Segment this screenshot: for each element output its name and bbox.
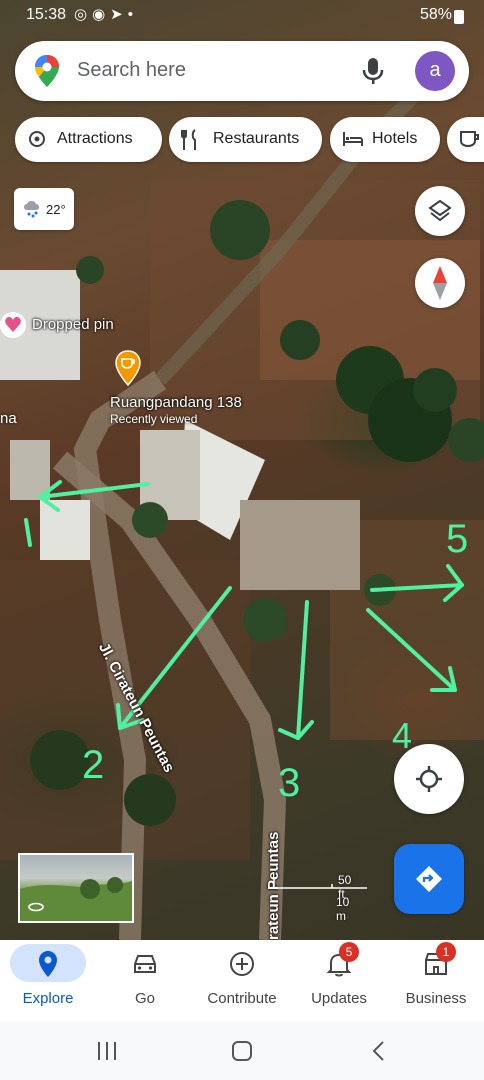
business-badge: 1: [436, 942, 456, 962]
home-icon[interactable]: [231, 1040, 253, 1062]
street-view-thumbnail[interactable]: [18, 853, 134, 923]
annotation-2: 2: [82, 743, 104, 787]
nav-updates[interactable]: 5 Updates: [291, 940, 387, 1022]
updates-badge: 5: [339, 942, 359, 962]
nav-business-label: Business: [405, 990, 467, 1007]
crosshair-icon: [416, 766, 442, 792]
back-icon[interactable]: [368, 1040, 390, 1062]
annotation-5: 5: [446, 517, 468, 561]
nav-updates-label: Updates: [311, 990, 367, 1007]
scale-bar: [273, 878, 367, 889]
directions-icon: [416, 866, 442, 892]
360-rotate-icon: [28, 902, 44, 912]
nav-contribute-label: Contribute: [207, 990, 277, 1007]
bottom-navigation: Explore Go Contribute 5 Updates 1 Busine…: [0, 940, 484, 1022]
satellite-map[interactable]: 15:38 ◎◉➤• 58% Search here a Attractions: [0, 0, 484, 940]
my-location-button[interactable]: [394, 744, 464, 814]
nav-go[interactable]: Go: [97, 940, 193, 1022]
nav-explore[interactable]: Explore: [0, 940, 96, 1022]
car-icon: [134, 955, 156, 973]
annotation-3: 3: [278, 761, 300, 805]
nav-business[interactable]: 1 Business: [388, 940, 484, 1022]
nav-explore-label: Explore: [22, 990, 74, 1007]
system-navigation-bar: [0, 1022, 484, 1080]
nav-contribute[interactable]: Contribute: [194, 940, 290, 1022]
directions-button[interactable]: [394, 844, 464, 914]
explore-pin-icon: [39, 951, 57, 977]
add-circle-icon: [230, 952, 254, 976]
recent-apps-icon[interactable]: [96, 1040, 118, 1062]
scale-m: 10 m: [336, 895, 350, 923]
nav-go-label: Go: [134, 990, 155, 1007]
